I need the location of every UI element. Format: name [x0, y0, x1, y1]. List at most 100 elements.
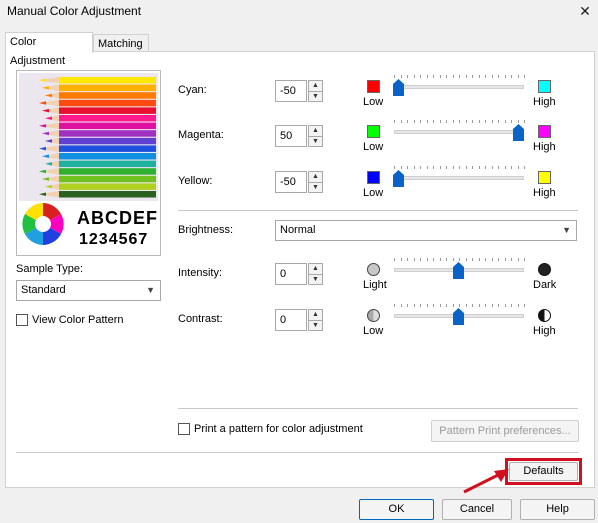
magenta-low-swatch: [367, 125, 380, 138]
intensity-value-input[interactable]: 0: [275, 263, 307, 285]
contrast-slider-thumb[interactable]: [453, 308, 464, 325]
magenta-high-label: High: [533, 141, 556, 153]
slider-tick: [492, 304, 493, 307]
magenta-label: Magenta:: [178, 129, 224, 141]
contrast-spin-buttons[interactable]: ▲ ▼: [308, 309, 323, 331]
view-color-pattern-checkbox[interactable]: [16, 314, 28, 326]
intensity-slider-thumb[interactable]: [453, 262, 464, 279]
yellow-high-swatch: [538, 171, 551, 184]
spin-down-icon[interactable]: ▼: [309, 137, 322, 147]
magenta-spin-buttons[interactable]: ▲ ▼: [308, 125, 323, 147]
cyan-slider-track[interactable]: [394, 85, 524, 89]
slider-tick: [414, 304, 415, 307]
spin-up-icon[interactable]: ▲: [309, 310, 322, 321]
close-icon[interactable]: ✕: [574, 1, 596, 21]
chevron-down-icon: ▼: [562, 225, 571, 235]
slider-tick: [492, 75, 493, 78]
slider-tick: [427, 304, 428, 307]
view-color-pattern-label: View Color Pattern: [32, 314, 124, 326]
contrast-label: Contrast:: [178, 313, 223, 325]
slider-tick: [466, 120, 467, 123]
cyan-slider-thumb[interactable]: [393, 79, 404, 96]
slider-tick: [518, 166, 519, 169]
slider-tick: [479, 120, 480, 123]
slider-tick: [401, 120, 402, 123]
slider-tick: [472, 166, 473, 169]
spin-up-icon[interactable]: ▲: [309, 126, 322, 137]
slider-tick: [498, 258, 499, 261]
magenta-slider-track[interactable]: [394, 130, 524, 134]
defaults-button[interactable]: Defaults: [509, 462, 578, 481]
high-contrast-icon: [538, 309, 551, 322]
spin-up-icon[interactable]: ▲: [309, 81, 322, 92]
slider-tick: [401, 258, 402, 261]
slider-tick: [453, 75, 454, 78]
slider-tick: [420, 120, 421, 123]
slider-tick: [479, 166, 480, 169]
light-circle-icon: [367, 263, 380, 276]
cyan-value-input[interactable]: -50: [275, 80, 307, 102]
divider-panel-bottom: [16, 452, 579, 453]
tab-color-adjustment[interactable]: Color Adjustment: [5, 32, 93, 67]
slider-tick: [518, 304, 519, 307]
intensity-spin-buttons[interactable]: ▲ ▼: [308, 263, 323, 285]
slider-tick: [518, 75, 519, 78]
yellow-spin-buttons[interactable]: ▲ ▼: [308, 171, 323, 193]
yellow-slider-track[interactable]: [394, 176, 524, 180]
slider-tick: [505, 120, 506, 123]
magenta-value-input[interactable]: 50: [275, 125, 307, 147]
slider-tick: [401, 75, 402, 78]
contrast-value-input[interactable]: 0: [275, 309, 307, 331]
cyan-low-label: Low: [363, 96, 384, 108]
slider-tick: [427, 166, 428, 169]
brightness-value: Normal: [280, 224, 316, 236]
slider-tick: [498, 166, 499, 169]
slider-tick: [407, 304, 408, 307]
slider-tick: [524, 166, 525, 169]
slider-tick: [485, 75, 486, 78]
slider-tick: [459, 258, 460, 261]
sample-type-label: Sample Type:: [16, 263, 84, 275]
window-title: Manual Color Adjustment: [7, 4, 142, 18]
yellow-slider-thumb[interactable]: [393, 170, 404, 187]
spin-down-icon[interactable]: ▼: [309, 183, 322, 193]
spin-up-icon[interactable]: ▲: [309, 172, 322, 183]
slider-tick: [505, 258, 506, 261]
sample-type-select[interactable]: Standard ▼: [16, 280, 161, 301]
yellow-label: Yellow:: [178, 175, 213, 187]
cyan-spin-buttons[interactable]: ▲ ▼: [308, 80, 323, 102]
slider-tick: [433, 120, 434, 123]
spin-down-icon[interactable]: ▼: [309, 92, 322, 102]
yellow-low-swatch: [367, 171, 380, 184]
cyan-ticks: [394, 75, 525, 79]
magenta-ticks: [394, 120, 525, 124]
cancel-button[interactable]: Cancel: [442, 499, 512, 520]
slider-tick: [420, 258, 421, 261]
slider-tick: [511, 120, 512, 123]
slider-tick: [492, 258, 493, 261]
spin-down-icon[interactable]: ▼: [309, 321, 322, 331]
slider-tick: [433, 166, 434, 169]
slider-tick: [524, 304, 525, 307]
cyan-label: Cyan:: [178, 84, 207, 96]
slider-tick: [466, 166, 467, 169]
slider-tick: [446, 120, 447, 123]
slider-tick: [446, 304, 447, 307]
slider-tick: [453, 304, 454, 307]
help-button[interactable]: Help: [520, 499, 595, 520]
yellow-value-input[interactable]: -50: [275, 171, 307, 193]
divider-bottom: [178, 408, 578, 409]
slider-tick: [498, 120, 499, 123]
spin-up-icon[interactable]: ▲: [309, 264, 322, 275]
cyan-high-swatch: [538, 80, 551, 93]
pattern-print-preferences-button[interactable]: Pattern Print preferences...: [431, 420, 579, 442]
slider-tick: [492, 166, 493, 169]
slider-tick: [505, 166, 506, 169]
print-pattern-checkbox[interactable]: [178, 423, 190, 435]
ok-button[interactable]: OK: [359, 499, 434, 520]
slider-tick: [459, 166, 460, 169]
spin-down-icon[interactable]: ▼: [309, 275, 322, 285]
magenta-slider-thumb[interactable]: [513, 124, 524, 141]
slider-tick: [453, 120, 454, 123]
brightness-select[interactable]: Normal ▼: [275, 220, 577, 241]
